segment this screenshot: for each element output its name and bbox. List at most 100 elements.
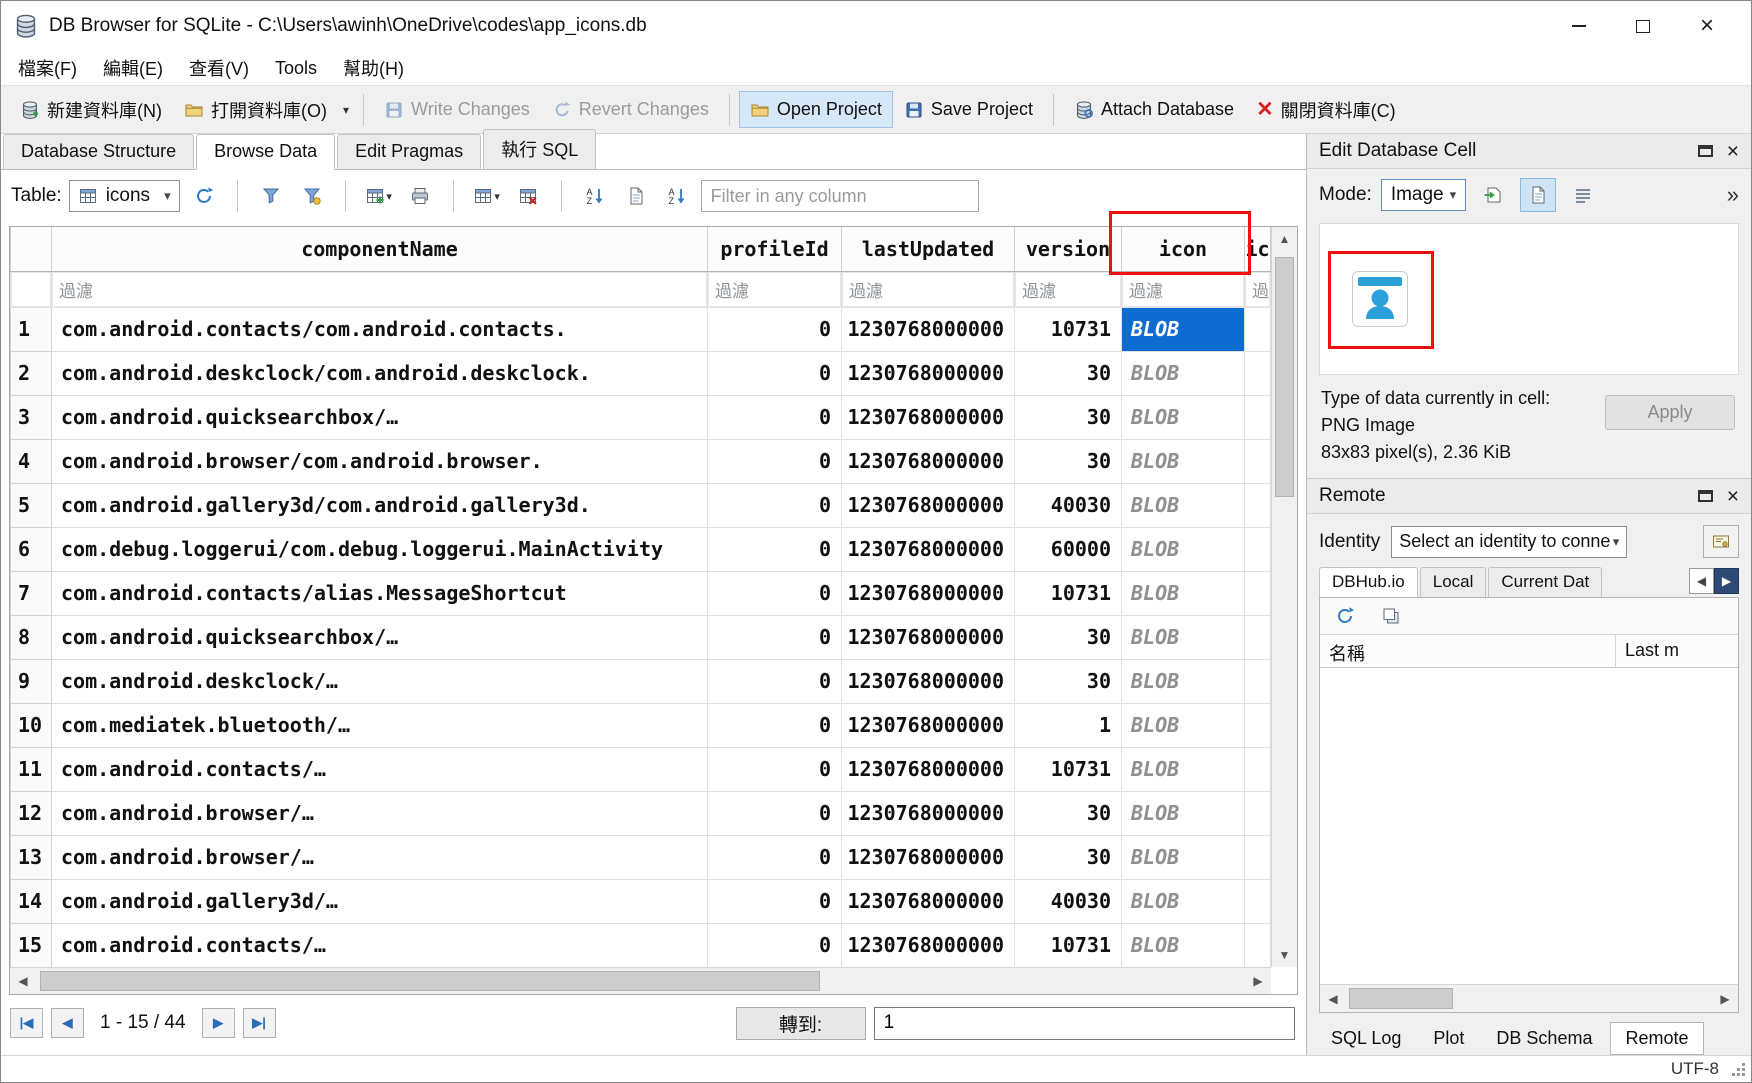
cell-profileId[interactable]: 0 — [708, 395, 842, 439]
cell-version[interactable]: 30 — [1015, 395, 1122, 439]
cell-lastUpdated[interactable]: 1230768000000 — [842, 527, 1015, 571]
sort-descending-button[interactable] — [660, 180, 694, 212]
new-record-button[interactable]: ▾ — [362, 180, 396, 212]
open-database-dropdown[interactable]: ▾ — [338, 86, 354, 133]
cell-componentName[interactable]: com.android.quicksearchbox/… — [52, 615, 708, 659]
cell-version[interactable]: 30 — [1015, 439, 1122, 483]
new-database-button[interactable]: 新建資料庫(N) — [9, 89, 173, 131]
cell-componentName[interactable]: com.android.gallery3d/com.android.galler… — [52, 483, 708, 527]
scroll-up-arrow[interactable]: ▲ — [1272, 227, 1297, 251]
cell-version[interactable]: 60000 — [1015, 527, 1122, 571]
row-number[interactable]: 15 — [11, 923, 52, 967]
remote-tab[interactable]: DBHub.io — [1319, 567, 1418, 597]
cell-componentName[interactable]: com.android.contacts/… — [52, 747, 708, 791]
cell-version[interactable]: 40030 — [1015, 879, 1122, 923]
close-button[interactable]: × — [1675, 5, 1739, 47]
cell-profileId[interactable]: 0 — [708, 439, 842, 483]
cell-version[interactable]: 1 — [1015, 703, 1122, 747]
remote-table-body[interactable] — [1320, 668, 1738, 984]
scroll-left-arrow[interactable]: ◀ — [10, 968, 36, 994]
table-select[interactable]: icons ▾ — [69, 180, 180, 212]
import-data-button[interactable] — [1475, 178, 1511, 212]
cell-lastUpdated[interactable]: 1230768000000 — [842, 835, 1015, 879]
row-number[interactable]: 3 — [11, 395, 52, 439]
cell-profileId[interactable]: 0 — [708, 351, 842, 395]
document-tab[interactable]: Edit Pragmas — [337, 134, 481, 169]
cell-version[interactable]: 30 — [1015, 835, 1122, 879]
cell-profileId[interactable]: 0 — [708, 615, 842, 659]
apply-button[interactable]: Apply — [1605, 395, 1735, 430]
previous-page-button[interactable]: ◀ — [51, 1008, 84, 1038]
cell-version[interactable]: 10731 — [1015, 923, 1122, 967]
image-view-button[interactable] — [1520, 178, 1556, 212]
row-number[interactable]: 4 — [11, 439, 52, 483]
cell-icon-blob[interactable]: BLOB — [1122, 879, 1245, 923]
filter-lastUpdated[interactable]: 過濾 — [842, 271, 1015, 307]
remote-refresh-button[interactable] — [1328, 600, 1362, 632]
cell-profileId[interactable]: 0 — [708, 307, 842, 351]
global-filter-input[interactable] — [701, 180, 979, 212]
menu-item[interactable]: 編輯(E) — [90, 51, 176, 85]
cell-componentName[interactable]: com.android.browser/com.android.browser. — [52, 439, 708, 483]
cell-icon-blob[interactable]: BLOB — [1122, 571, 1245, 615]
cell-icon-blob[interactable]: BLOB — [1122, 351, 1245, 395]
maximize-button[interactable] — [1611, 5, 1675, 47]
cell-componentName[interactable]: com.android.deskclock/… — [52, 659, 708, 703]
document-tab[interactable]: Database Structure — [3, 134, 194, 169]
remote-tab[interactable]: Current Dat — [1488, 567, 1602, 597]
dock-tab[interactable]: Remote — [1610, 1022, 1703, 1055]
sort-ascending-button[interactable] — [578, 180, 612, 212]
row-number[interactable]: 1 — [11, 307, 52, 351]
cell-icon-blob[interactable]: BLOB — [1122, 835, 1245, 879]
cell-lastUpdated[interactable]: 1230768000000 — [842, 923, 1015, 967]
cell-lastUpdated[interactable]: 1230768000000 — [842, 483, 1015, 527]
clone-database-button[interactable] — [1374, 600, 1408, 632]
cell-version[interactable]: 10731 — [1015, 307, 1122, 351]
scroll-down-arrow[interactable]: ▼ — [1272, 943, 1297, 967]
cell-lastUpdated[interactable]: 1230768000000 — [842, 879, 1015, 923]
refresh-button[interactable] — [187, 180, 221, 212]
filter-profileId[interactable]: 過濾 — [708, 271, 842, 307]
cell-lastUpdated[interactable]: 1230768000000 — [842, 659, 1015, 703]
export-cell-button[interactable] — [619, 180, 653, 212]
vertical-scrollbar-thumb[interactable] — [1275, 257, 1294, 497]
insert-record-button[interactable]: ▾ — [470, 180, 504, 212]
row-number[interactable]: 7 — [11, 571, 52, 615]
cell-componentName[interactable]: com.android.deskclock/com.android.deskcl… — [52, 351, 708, 395]
cell-icon-blob[interactable]: BLOB — [1122, 703, 1245, 747]
row-number[interactable]: 14 — [11, 879, 52, 923]
filter-componentName[interactable]: 過濾 — [52, 271, 708, 307]
scroll-left-arrow[interactable]: ◀ — [1320, 985, 1346, 1012]
goto-record-input[interactable] — [874, 1007, 1295, 1040]
cell-icon-blob[interactable]: BLOB — [1122, 615, 1245, 659]
tab-scroll-left-button[interactable]: ◀ — [1689, 568, 1714, 594]
cell-componentName[interactable]: com.android.browser/… — [52, 791, 708, 835]
cell-version[interactable]: 40030 — [1015, 483, 1122, 527]
encoding-indicator[interactable]: UTF-8 — [1671, 1059, 1719, 1079]
cell-icon-blob[interactable]: BLOB — [1122, 439, 1245, 483]
write-changes-button[interactable]: Write Changes — [373, 91, 541, 128]
cell-icon-blob[interactable]: BLOB — [1122, 483, 1245, 527]
row-number[interactable]: 13 — [11, 835, 52, 879]
cell-version[interactable]: 30 — [1015, 791, 1122, 835]
menu-item[interactable]: 查看(V) — [176, 51, 262, 85]
menu-item[interactable]: 幫助(H) — [330, 51, 417, 85]
remote-column-name[interactable]: 名稱 — [1320, 635, 1616, 667]
print-button[interactable] — [403, 180, 437, 212]
cell-icon-blob[interactable]: BLOB — [1122, 747, 1245, 791]
column-header-componentName[interactable]: componentName — [52, 227, 708, 271]
cell-lastUpdated[interactable]: 1230768000000 — [842, 571, 1015, 615]
undock-panel-icon[interactable] — [1698, 490, 1713, 502]
cell-componentName[interactable]: com.android.gallery3d/… — [52, 879, 708, 923]
menu-item[interactable]: Tools — [262, 54, 330, 83]
cell-profileId[interactable]: 0 — [708, 835, 842, 879]
cell-lastUpdated[interactable]: 1230768000000 — [842, 615, 1015, 659]
cell-version[interactable]: 10731 — [1015, 571, 1122, 615]
cell-lastUpdated[interactable]: 1230768000000 — [842, 747, 1015, 791]
column-header-profileId[interactable]: profileId — [708, 227, 842, 271]
cell-componentName[interactable]: com.debug.loggerui/com.debug.loggerui.Ma… — [52, 527, 708, 571]
cell-lastUpdated[interactable]: 1230768000000 — [842, 791, 1015, 835]
cell-profileId[interactable]: 0 — [708, 703, 842, 747]
cell-componentName[interactable]: com.android.quicksearchbox/… — [52, 395, 708, 439]
row-number[interactable]: 2 — [11, 351, 52, 395]
